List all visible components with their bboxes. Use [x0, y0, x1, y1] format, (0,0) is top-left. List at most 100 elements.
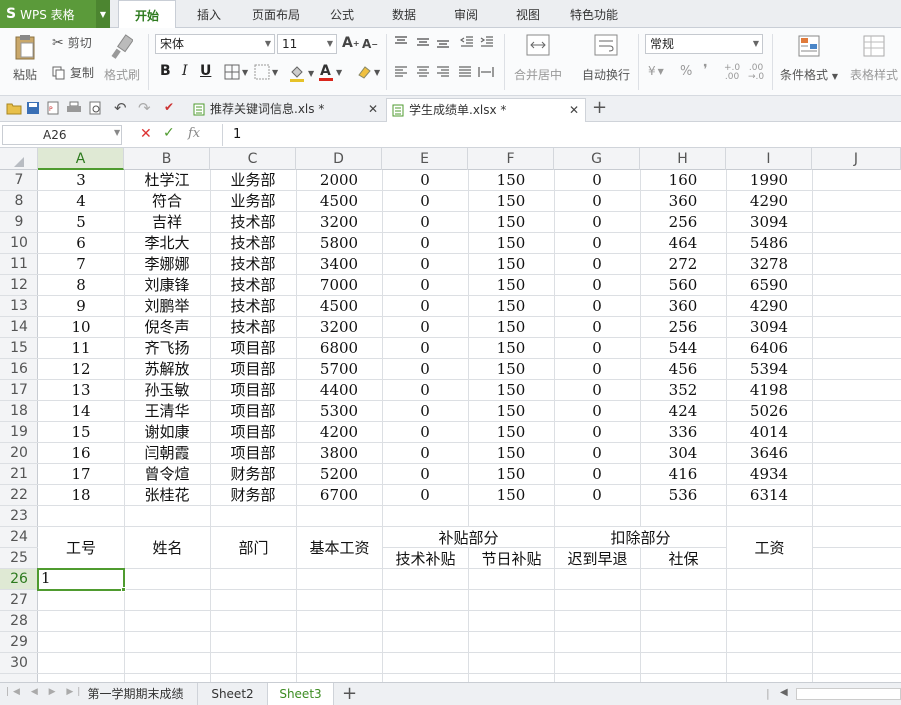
table-cell[interactable]: 0	[554, 233, 640, 254]
row-header-16[interactable]: 16	[0, 359, 38, 380]
table-cell[interactable]: 4014	[726, 422, 812, 443]
table-cell[interactable]: 业务部	[210, 170, 296, 191]
row-header-22[interactable]: 22	[0, 485, 38, 506]
table-cell[interactable]: 424	[640, 401, 726, 422]
table-cell[interactable]: 560	[640, 275, 726, 296]
table-cell[interactable]: 项目部	[210, 422, 296, 443]
table-cell[interactable]: 刘康锋	[124, 275, 210, 296]
tab-review[interactable]: 审阅	[446, 0, 486, 28]
table-cell[interactable]: 0	[382, 422, 468, 443]
table-cell[interactable]: 张桂花	[124, 485, 210, 506]
header-deduction-group[interactable]: 扣除部分	[555, 527, 726, 547]
table-cell[interactable]: 0	[382, 380, 468, 401]
table-cell[interactable]: 4290	[726, 296, 812, 317]
table-cell[interactable]: 150	[468, 275, 554, 296]
cut-button[interactable]: ✂ 剪切	[52, 34, 92, 51]
decrease-font-size-icon[interactable]: A −	[362, 37, 378, 51]
scroll-left-arrow-icon[interactable]: ◀	[780, 687, 788, 698]
table-cell[interactable]: 项目部	[210, 380, 296, 401]
cell-style-button[interactable]: ▼	[254, 64, 278, 80]
table-cell[interactable]: 业务部	[210, 191, 296, 212]
column-header-e[interactable]: E	[382, 148, 468, 170]
table-cell[interactable]: 4934	[726, 464, 812, 485]
table-cell[interactable]: 符合	[124, 191, 210, 212]
doc-tab-keywords[interactable]: 推荐关键词信息.xls * ✕	[188, 98, 384, 122]
table-cell[interactable]: 0	[382, 464, 468, 485]
table-cell[interactable]: 304	[640, 443, 726, 464]
table-cell[interactable]: 5800	[296, 233, 382, 254]
table-cell[interactable]: 6314	[726, 485, 812, 506]
table-cell[interactable]: 5700	[296, 359, 382, 380]
number-format-select[interactable]: 常规 ▼	[645, 34, 763, 54]
format-painter-button[interactable]: 格式刷	[102, 34, 142, 83]
table-cell[interactable]: 3646	[726, 443, 812, 464]
table-cell[interactable]: 0	[554, 170, 640, 191]
app-menu-button[interactable]: S WPS 表格 ▼	[0, 0, 110, 28]
sheet-nav-arrows-icon[interactable]: |◀ ◀ ▶ ▶|	[6, 687, 84, 697]
table-cell[interactable]: 4290	[726, 191, 812, 212]
align-left-icon[interactable]	[394, 66, 408, 78]
column-header-h[interactable]: H	[640, 148, 726, 170]
table-cell[interactable]: 14	[38, 401, 124, 422]
italic-button[interactable]: I	[182, 63, 188, 79]
row-header-24[interactable]: 24	[0, 527, 38, 548]
table-cell[interactable]: 4	[38, 191, 124, 212]
distributed-align-icon[interactable]	[478, 66, 494, 78]
table-cell[interactable]: 360	[640, 191, 726, 212]
align-middle-icon[interactable]	[416, 36, 430, 48]
table-cell[interactable]: 336	[640, 422, 726, 443]
table-cell[interactable]: 150	[468, 191, 554, 212]
table-cell[interactable]: 0	[382, 443, 468, 464]
paste-button[interactable]: 粘贴	[8, 34, 42, 83]
thousands-separator-icon[interactable]: ❜	[703, 62, 708, 78]
table-cell[interactable]: 财务部	[210, 464, 296, 485]
table-cell[interactable]: 3200	[296, 317, 382, 338]
formula-input[interactable]: 1	[222, 124, 899, 146]
table-style-button[interactable]: 表格样式	[846, 34, 901, 83]
insert-function-icon[interactable]: fx	[188, 126, 200, 141]
merge-center-button[interactable]: 合并居中	[512, 34, 564, 83]
table-cell[interactable]: 15	[38, 422, 124, 443]
header-base-salary[interactable]: 基本工资	[297, 527, 382, 568]
table-cell[interactable]: 0	[554, 275, 640, 296]
table-cell[interactable]: 0	[382, 485, 468, 506]
table-cell[interactable]: 0	[382, 296, 468, 317]
row-header-21[interactable]: 21	[0, 464, 38, 485]
header-social-insurance[interactable]: 社保	[641, 548, 726, 568]
align-right-icon[interactable]	[436, 66, 450, 78]
row-header-25[interactable]: 25	[0, 548, 38, 569]
active-cell-a26[interactable]: 1	[37, 568, 125, 591]
increase-indent-icon[interactable]	[480, 36, 494, 48]
table-cell[interactable]: 150	[468, 317, 554, 338]
confirm-edit-icon[interactable]: ✓	[163, 125, 175, 141]
select-all-corner[interactable]	[0, 148, 38, 170]
name-box[interactable]: A26	[2, 125, 122, 145]
tab-special-features[interactable]: 特色功能	[566, 0, 622, 28]
table-cell[interactable]: 5	[38, 212, 124, 233]
table-cell[interactable]: 3	[38, 170, 124, 191]
tab-home[interactable]: 开始	[118, 0, 176, 29]
table-cell[interactable]: 150	[468, 380, 554, 401]
table-cell[interactable]: 150	[468, 338, 554, 359]
table-cell[interactable]: 3094	[726, 317, 812, 338]
conditional-format-button[interactable]: 条件格式 ▼	[778, 34, 840, 83]
table-cell[interactable]: 技术部	[210, 233, 296, 254]
table-cell[interactable]: 6	[38, 233, 124, 254]
table-cell[interactable]: 0	[554, 296, 640, 317]
table-cell[interactable]: 吉祥	[124, 212, 210, 233]
borders-button[interactable]: ▼	[224, 64, 248, 80]
copy-button[interactable]: 复制	[52, 64, 94, 81]
table-cell[interactable]: 齐飞扬	[124, 338, 210, 359]
underline-button[interactable]: U	[200, 63, 211, 79]
table-cell[interactable]: 项目部	[210, 443, 296, 464]
add-sheet-plus-icon[interactable]: +	[342, 683, 357, 704]
table-cell[interactable]: 闫朝霞	[124, 443, 210, 464]
table-cell[interactable]: 6590	[726, 275, 812, 296]
table-cell[interactable]: 150	[468, 359, 554, 380]
table-cell[interactable]: 李北大	[124, 233, 210, 254]
table-cell[interactable]: 0	[554, 338, 640, 359]
table-cell[interactable]: 464	[640, 233, 726, 254]
decrease-indent-icon[interactable]	[460, 36, 474, 48]
table-cell[interactable]: 技术部	[210, 275, 296, 296]
table-cell[interactable]: 150	[468, 170, 554, 191]
